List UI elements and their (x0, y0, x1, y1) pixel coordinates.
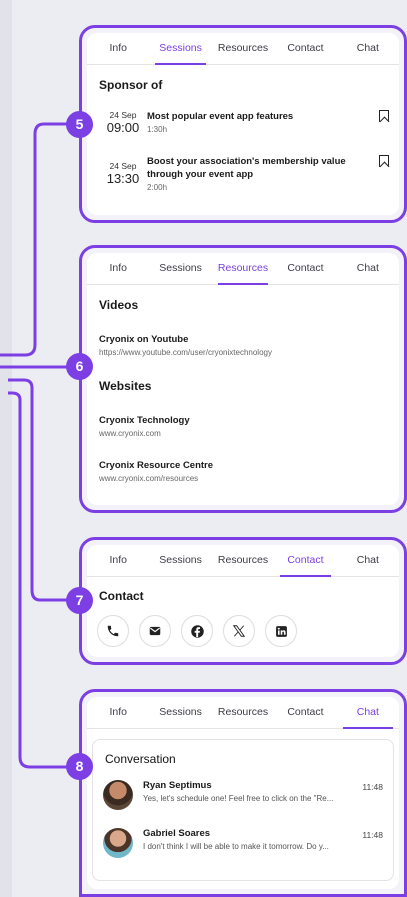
x-icon[interactable] (223, 615, 255, 647)
message-time: 11:48 (362, 782, 383, 792)
resource-url: www.cryonix.com (99, 429, 161, 438)
session-date: 24 Sep 13:30 (99, 155, 147, 192)
sender-name: Ryan Septimus (143, 780, 212, 791)
step-badge-8: 8 (66, 753, 93, 780)
resource-title: Cryonix Technology (99, 415, 190, 426)
tab-bar: Info Sessions Resources Contact Chat (87, 253, 399, 285)
tab-contact[interactable]: Contact (274, 253, 336, 284)
resource-url: https://www.youtube.com/user/cryonixtech… (99, 348, 272, 357)
session-day: 24 Sep (109, 161, 137, 171)
resources-panel: Info Sessions Resources Contact Chat Vid… (79, 245, 407, 513)
bookmark-icon[interactable] (379, 110, 389, 122)
tab-bar: Info Sessions Resources Contact Chat (87, 697, 399, 729)
tab-contact[interactable]: Contact (274, 697, 336, 728)
tab-resources[interactable]: Resources (212, 33, 274, 64)
chat-panel: Info Sessions Resources Contact Chat Con… (79, 689, 407, 897)
tab-bar: Info Sessions Resources Contact Chat (87, 545, 399, 577)
tab-chat[interactable]: Chat (337, 697, 399, 729)
session-date: 24 Sep 09:00 (99, 110, 147, 135)
contact-heading: Contact (99, 589, 144, 603)
session-day: 24 Sep (109, 110, 137, 120)
tab-resources[interactable]: Resources (212, 545, 274, 576)
bookmark-icon[interactable] (379, 155, 389, 167)
chat-message[interactable]: Ryan Septimus Yes, let's schedule one! F… (93, 780, 393, 810)
tab-sessions[interactable]: Sessions (149, 545, 211, 576)
tab-bar: Info Sessions Resources Contact Chat (87, 33, 399, 65)
resource-title: Cryonix on Youtube (99, 334, 189, 345)
facebook-icon[interactable] (181, 615, 213, 647)
avatar (103, 780, 133, 810)
websites-heading: Websites (99, 379, 152, 393)
tab-chat[interactable]: Chat (337, 545, 399, 576)
tab-sessions[interactable]: Sessions (149, 33, 211, 65)
website-link[interactable]: Cryonix Resource Centre www.cryonix.com/… (87, 460, 399, 483)
session-duration: 2:00h (147, 183, 168, 192)
avatar (103, 828, 133, 858)
message-preview: Yes, let's schedule one! Feel free to cl… (143, 794, 334, 803)
left-strip (0, 0, 12, 897)
videos-heading: Videos (99, 298, 139, 312)
section-heading: Sponsor of (99, 78, 163, 92)
tab-contact[interactable]: Contact (274, 33, 336, 64)
sessions-panel: Info Sessions Resources Contact Chat Spo… (79, 25, 407, 223)
message-preview: I don't think I will be able to make it … (143, 842, 329, 851)
tab-chat[interactable]: Chat (337, 253, 399, 284)
session-duration: 1:30h (147, 125, 168, 134)
tab-sessions[interactable]: Sessions (149, 253, 211, 284)
tab-resources[interactable]: Resources (212, 253, 274, 285)
tab-contact[interactable]: Contact (274, 545, 336, 577)
step-badge-7: 7 (66, 587, 93, 614)
tab-chat[interactable]: Chat (337, 33, 399, 64)
tab-info[interactable]: Info (87, 697, 149, 728)
chat-message[interactable]: Gabriel Soares I don't think I will be a… (93, 828, 393, 858)
phone-icon[interactable] (97, 615, 129, 647)
session-time: 09:00 (106, 120, 140, 135)
tab-sessions[interactable]: Sessions (149, 697, 211, 728)
session-item[interactable]: 24 Sep 09:00 Most popular event app feat… (87, 110, 399, 135)
website-link[interactable]: Cryonix Technology www.cryonix.com (87, 415, 399, 438)
mail-icon[interactable] (139, 615, 171, 647)
session-title: Boost your association's membership valu… (147, 156, 346, 180)
session-time: 13:30 (106, 171, 140, 186)
conversation-heading: Conversation (105, 752, 176, 766)
tab-resources[interactable]: Resources (212, 697, 274, 728)
resource-url: www.cryonix.com/resources (99, 474, 199, 483)
step-badge-6: 6 (66, 353, 93, 380)
resource-title: Cryonix Resource Centre (99, 460, 214, 471)
tab-info[interactable]: Info (87, 253, 149, 284)
tab-info[interactable]: Info (87, 545, 149, 576)
contact-icons (87, 615, 399, 647)
step-badge-5: 5 (66, 111, 93, 138)
message-time: 11:48 (362, 830, 383, 840)
tab-info[interactable]: Info (87, 33, 149, 64)
sender-name: Gabriel Soares (143, 828, 211, 839)
conversation-box: Conversation Ryan Septimus Yes, let's sc… (92, 739, 394, 881)
session-title: Most popular event app features (147, 111, 294, 122)
linkedin-icon[interactable] (265, 615, 297, 647)
video-link[interactable]: Cryonix on Youtube https://www.youtube.c… (87, 334, 399, 357)
session-item[interactable]: 24 Sep 13:30 Boost your association's me… (87, 155, 399, 192)
contact-panel: Info Sessions Resources Contact Chat Con… (79, 537, 407, 665)
